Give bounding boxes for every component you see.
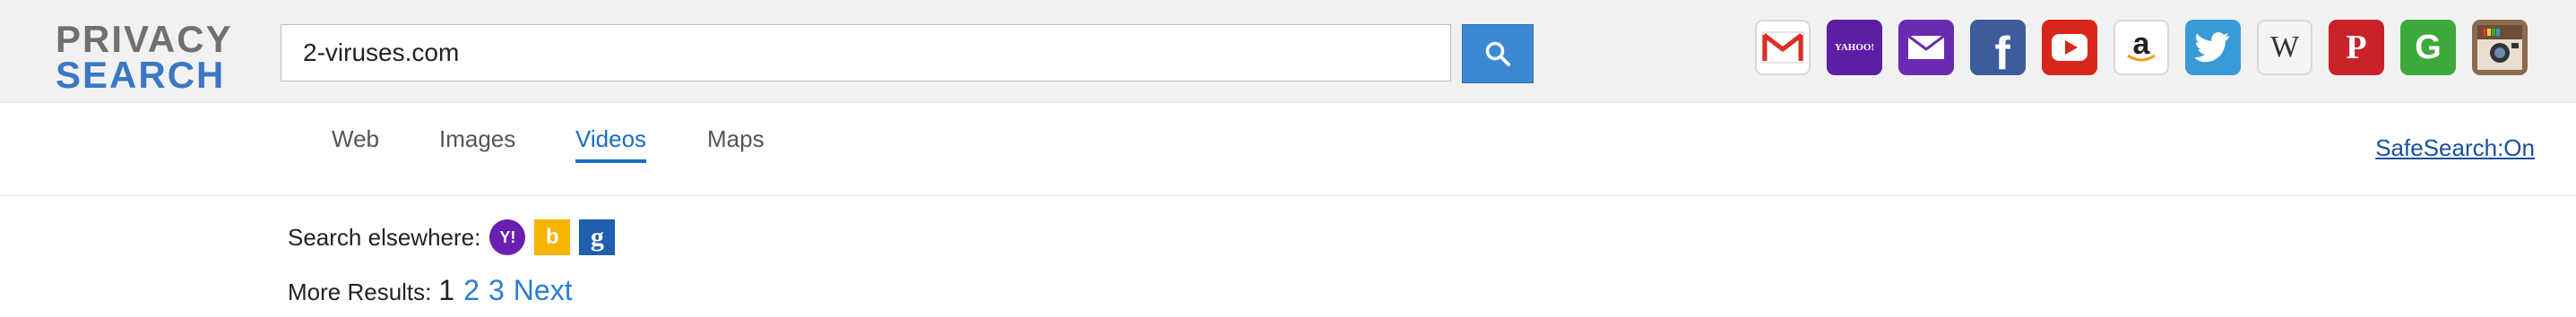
search-elsewhere-label: Search elsewhere: (288, 223, 481, 251)
next-page-link[interactable]: Next (514, 274, 573, 307)
tab-videos[interactable]: Videos (575, 125, 647, 163)
more-results: More Results: 1 2 3 Next (288, 274, 582, 307)
yahoo-icon: YAHOO! (1834, 42, 1875, 53)
search-button[interactable] (1462, 24, 1534, 83)
tab-web[interactable]: Web (332, 125, 379, 153)
search-elsewhere: Search elsewhere: Y! b g (288, 219, 624, 255)
pinterest-shortcut[interactable]: P (2329, 20, 2384, 75)
page-3-link[interactable]: 3 (488, 274, 505, 307)
safesearch-toggle[interactable]: SafeSearch:On (2375, 134, 2535, 162)
instagram-icon (2477, 25, 2522, 70)
bing-search-link[interactable]: b (534, 219, 571, 255)
instagram-shortcut[interactable] (2472, 20, 2528, 75)
twitter-shortcut[interactable] (2185, 20, 2241, 75)
gmail-shortcut[interactable] (1755, 20, 1811, 75)
google-search-link[interactable]: g (579, 219, 616, 255)
gmail-icon (1761, 31, 1804, 64)
facebook-icon: f (1994, 28, 2010, 75)
yahoo-mail-icon (1907, 34, 1945, 59)
google-icon: g (590, 222, 604, 252)
amazon-smile-icon (2127, 54, 2156, 62)
pinterest-icon: P (2346, 29, 2367, 66)
page-1: 1 (438, 274, 455, 306)
divider (0, 195, 2576, 196)
search-input[interactable] (281, 24, 1451, 81)
tab-images[interactable]: Images (439, 125, 515, 153)
yahoo-search-link[interactable]: Y! (489, 219, 526, 255)
logo-line-1: PRIVACY (56, 18, 233, 60)
logo-line-2: SEARCH (56, 54, 226, 96)
yahoo-mail-shortcut[interactable] (1898, 20, 1954, 75)
twitter-icon (2195, 32, 2229, 63)
youtube-icon (2052, 34, 2088, 61)
grammarly-icon: G (2415, 28, 2442, 66)
wikipedia-icon: W (2269, 30, 2300, 64)
grammarly-shortcut[interactable]: G (2400, 20, 2456, 75)
bing-icon: b (546, 225, 559, 249)
page-2-link[interactable]: 2 (463, 274, 480, 307)
more-results-label: More Results: (288, 278, 432, 305)
privacy-search-logo[interactable]: PRIVACY SEARCH (56, 18, 233, 96)
search-icon (1485, 41, 1510, 66)
tab-maps[interactable]: Maps (707, 125, 765, 153)
amazon-shortcut[interactable]: a (2114, 20, 2169, 75)
facebook-shortcut[interactable]: f (1970, 20, 2026, 75)
wikipedia-shortcut[interactable]: W (2257, 20, 2312, 75)
youtube-shortcut[interactable] (2042, 20, 2097, 75)
yahoo-icon: Y! (499, 227, 516, 246)
yahoo-shortcut[interactable]: YAHOO! (1827, 20, 1882, 75)
